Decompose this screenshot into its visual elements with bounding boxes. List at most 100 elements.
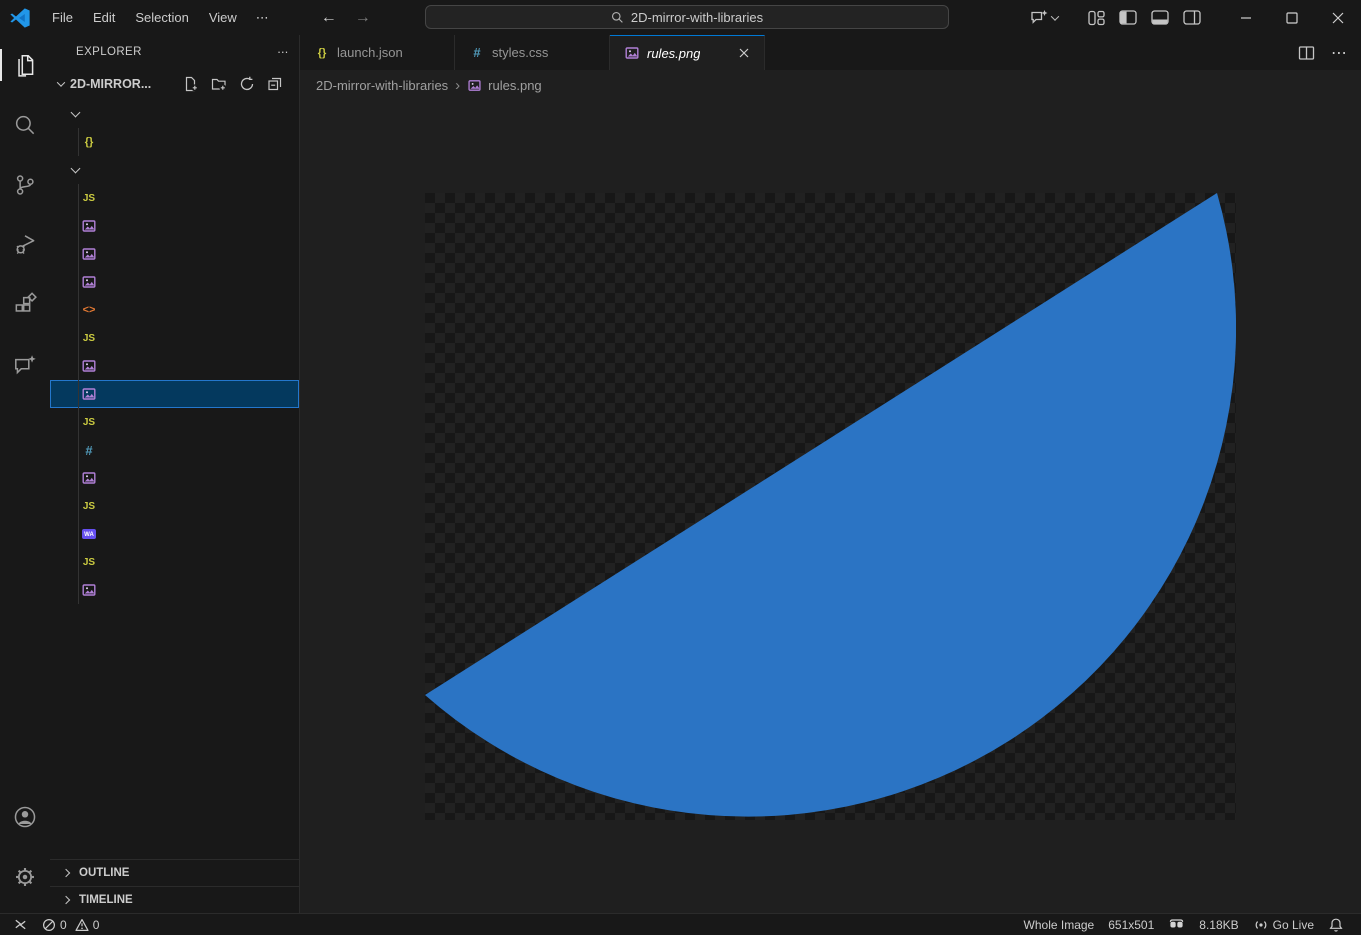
file-row[interactable]: [50, 576, 299, 604]
status-bar: 0 0 Whole Image 651x501: [0, 913, 1361, 935]
file-row[interactable]: [50, 380, 299, 408]
file-type-icon: [81, 470, 97, 486]
menu-selection[interactable]: Selection: [126, 6, 197, 29]
file-row[interactable]: WA: [50, 520, 299, 548]
remote-indicator[interactable]: [6, 914, 35, 935]
file-row[interactable]: JS: [50, 324, 299, 352]
chat-sparkle-icon: [12, 352, 38, 378]
command-center-search[interactable]: 2D-mirror-with-libraries: [425, 5, 949, 29]
file-row[interactable]: [50, 100, 299, 128]
extensions-activity-icon[interactable]: [0, 275, 50, 335]
timeline-section-header[interactable]: TIMELINE: [50, 886, 299, 913]
workspace-name: 2D-MIRROR...: [70, 77, 151, 91]
source-control-activity-icon[interactable]: [0, 155, 50, 215]
editor-tab[interactable]: rules.png: [610, 35, 765, 70]
remote-icon: [13, 917, 28, 932]
editor-tab[interactable]: {} launch.json: [300, 35, 455, 70]
menu-overflow-icon[interactable]: ⋯: [248, 6, 277, 30]
errors-icon: [42, 918, 56, 932]
window-controls: [1223, 0, 1361, 35]
file-type-icon: [624, 45, 640, 61]
copilot-chat-button[interactable]: [1030, 9, 1058, 26]
editor-group: {} launch.json: [300, 35, 1361, 913]
new-file-icon[interactable]: [183, 76, 199, 92]
settings-gear-icon[interactable]: [0, 847, 50, 907]
file-type-icon: [81, 386, 97, 402]
image-zoom-status[interactable]: Whole Image: [1017, 914, 1102, 935]
file-size-status[interactable]: 8.18KB: [1192, 914, 1245, 935]
file-tree: {}: [50, 100, 299, 604]
notifications-bell[interactable]: [1321, 914, 1351, 935]
close-tab-icon[interactable]: [734, 43, 754, 63]
new-folder-icon[interactable]: [211, 76, 227, 92]
menu-file[interactable]: File: [43, 6, 82, 29]
go-live-button[interactable]: Go Live: [1246, 914, 1321, 935]
file-row[interactable]: [50, 212, 299, 240]
toggle-primary-sidebar-icon[interactable]: [1119, 10, 1137, 25]
outline-section-header[interactable]: OUTLINE: [50, 859, 299, 886]
file-row[interactable]: [50, 464, 299, 492]
breadcrumb-file[interactable]: rules.png: [467, 78, 541, 93]
layout-controls: [1088, 10, 1201, 26]
workspace-section-header[interactable]: 2D-MIRROR...: [50, 68, 299, 100]
file-type-icon: JS: [81, 498, 97, 514]
refresh-icon[interactable]: [239, 76, 255, 92]
editor-tab[interactable]: # styles.css: [455, 35, 610, 70]
run-debug-activity-icon[interactable]: [0, 215, 50, 275]
file-type-icon: {}: [81, 134, 97, 150]
minimize-button[interactable]: [1223, 0, 1269, 35]
titlebar: File Edit Selection View ⋯ ← → 2D-mirror…: [0, 0, 1361, 35]
accounts-icon[interactable]: [0, 787, 50, 847]
image-file-icon: [81, 386, 97, 402]
file-row[interactable]: [50, 156, 299, 184]
split-editor-icon[interactable]: [1298, 45, 1315, 61]
file-type-icon: [81, 274, 97, 290]
forward-icon[interactable]: →: [355, 9, 371, 27]
debug-icon: [12, 232, 38, 258]
menu-edit[interactable]: Edit: [84, 6, 124, 29]
file-row[interactable]: <>: [50, 296, 299, 324]
customize-layout-icon[interactable]: [1088, 10, 1105, 26]
bell-icon: [1328, 917, 1344, 933]
maximize-button[interactable]: [1269, 0, 1315, 35]
file-type-icon: JS: [81, 330, 97, 346]
file-row[interactable]: #: [50, 436, 299, 464]
toggle-panel-icon[interactable]: [1151, 10, 1169, 25]
chat-activity-icon[interactable]: [0, 335, 50, 395]
file-row[interactable]: JS: [50, 492, 299, 520]
image-dimensions-status[interactable]: 651x501: [1101, 914, 1161, 935]
search-icon: [611, 11, 624, 24]
copilot-status[interactable]: [1161, 914, 1192, 935]
file-row[interactable]: [50, 240, 299, 268]
back-icon[interactable]: ←: [321, 9, 337, 27]
file-type-icon: WA: [81, 526, 97, 542]
explorer-activity-icon[interactable]: [0, 35, 50, 95]
file-row[interactable]: JS: [50, 408, 299, 436]
file-row[interactable]: {}: [50, 128, 299, 156]
tab-label: launch.json: [337, 45, 403, 60]
toggle-secondary-sidebar-icon[interactable]: [1183, 10, 1201, 25]
search-activity-icon[interactable]: [0, 95, 50, 155]
file-row[interactable]: [50, 352, 299, 380]
explorer-more-actions-icon[interactable]: ⋯: [277, 45, 289, 59]
image-file-icon: [81, 246, 97, 262]
tab-label: rules.png: [647, 46, 700, 61]
file-type-icon: [81, 218, 97, 234]
extensions-icon: [12, 292, 38, 318]
broadcast-icon: [1253, 917, 1269, 933]
close-window-button[interactable]: [1315, 0, 1361, 35]
file-row[interactable]: [50, 268, 299, 296]
problems-indicator[interactable]: 0 0: [35, 914, 106, 935]
breadcrumb-folder[interactable]: 2D-mirror-with-libraries: [316, 78, 448, 93]
file-type-icon: [81, 358, 97, 374]
file-row[interactable]: JS: [50, 548, 299, 576]
menu-view[interactable]: View: [200, 6, 246, 29]
file-row[interactable]: JS: [50, 184, 299, 212]
tab-bar: {} launch.json: [300, 35, 1361, 70]
gear-icon: [12, 864, 38, 890]
explorer-title: EXPLORER: [76, 46, 142, 58]
image-preview-canvas[interactable]: [300, 100, 1361, 913]
collapse-all-icon[interactable]: [267, 76, 283, 92]
chevron-down-icon: [71, 108, 81, 118]
editor-more-actions-icon[interactable]: ⋯: [1331, 43, 1347, 63]
